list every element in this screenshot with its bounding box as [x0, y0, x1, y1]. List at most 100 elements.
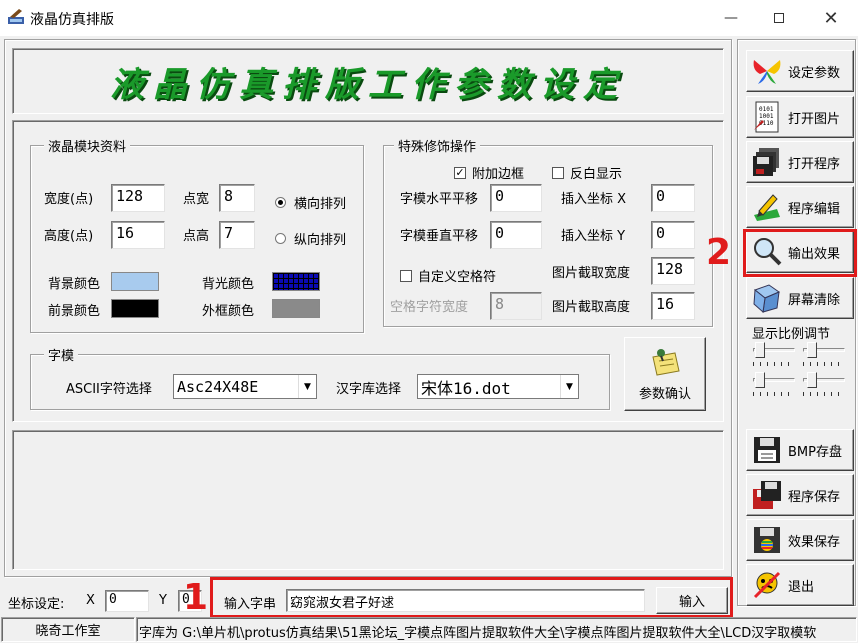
- insert-x-label: 插入坐标 X: [561, 192, 627, 207]
- backlight-color-label: 背光颜色: [202, 277, 255, 292]
- horizontal-radio[interactable]: 横向排列: [275, 193, 346, 212]
- window-title: 液晶仿真排版: [30, 12, 114, 28]
- checkbox-box[interactable]: [552, 166, 564, 179]
- insert-y-label: 插入坐标 Y: [561, 229, 626, 244]
- bmp-save-button[interactable]: BMP存盘: [746, 429, 854, 471]
- dot-height-field[interactable]: 7: [219, 221, 255, 249]
- apple-disk-icon: [750, 523, 784, 557]
- bmp-disk-icon: [750, 433, 784, 467]
- checkbox-box[interactable]: [400, 269, 412, 282]
- highlight-box-output-effect: [743, 229, 857, 277]
- vshift-field[interactable]: 0: [490, 221, 542, 249]
- vertical-radio-label: 纵向排列: [294, 233, 347, 248]
- hshift-field[interactable]: 0: [490, 184, 542, 212]
- open-program-button[interactable]: 打开程序: [746, 141, 854, 183]
- scale-slider-thumb[interactable]: [755, 342, 765, 358]
- ascii-select[interactable]: Asc24X48E ▼: [173, 374, 317, 399]
- height-field[interactable]: 16: [111, 221, 165, 249]
- backlight-color-swatch[interactable]: [272, 272, 320, 291]
- scale-slider-thumb[interactable]: [755, 372, 765, 388]
- fg-color-swatch[interactable]: [111, 299, 159, 318]
- status-left-pane: 晓奇工作室: [1, 617, 135, 642]
- confirm-params-button[interactable]: 参数确认: [624, 337, 706, 411]
- clear-screen-button[interactable]: 屏幕清除: [746, 277, 854, 319]
- save-effect-button[interactable]: 效果保存: [746, 519, 854, 561]
- bg-color-swatch[interactable]: [111, 272, 159, 291]
- confirm-params-label: 参数确认: [638, 386, 691, 402]
- chevron-down-icon[interactable]: ▼: [560, 375, 578, 398]
- scale-ticks: [803, 392, 845, 396]
- input-submit-button[interactable]: 输入: [656, 587, 728, 614]
- banner-title: 液晶仿真排版工作参数设定: [110, 64, 626, 105]
- edit-program-button[interactable]: 程序编辑: [746, 186, 854, 228]
- ascii-label: ASCII字符选择: [66, 382, 152, 397]
- svg-text:0101: 0101: [759, 106, 774, 113]
- hshift-label: 字模水平平移: [400, 192, 479, 207]
- save-effect-label: 效果保存: [788, 534, 841, 550]
- dot-width-label: 点宽: [183, 192, 210, 207]
- open-program-label: 打开程序: [788, 156, 841, 172]
- scale-sliders[interactable]: [751, 340, 849, 396]
- coord-label: 坐标设定:: [8, 597, 65, 612]
- hanzi-select-value: 宋体16.dot: [421, 378, 511, 398]
- maximize-icon: [774, 13, 784, 23]
- title-bar[interactable]: 液晶仿真排版 — ✕: [0, 0, 858, 36]
- scale-slider-thumb[interactable]: [807, 372, 817, 388]
- insert-y-field[interactable]: 0: [651, 221, 695, 249]
- insert-x-field[interactable]: 0: [651, 184, 695, 212]
- maximize-button[interactable]: [756, 0, 802, 36]
- pencil-edit-icon: [750, 190, 784, 224]
- open-image-label: 打开图片: [788, 111, 841, 127]
- crop-width-label: 图片截取宽度: [552, 266, 631, 281]
- chevron-down-icon[interactable]: ▼: [298, 375, 316, 398]
- output-preview-panel: [12, 430, 724, 570]
- save-program-label: 程序保存: [788, 489, 841, 505]
- crop-height-field[interactable]: 16: [651, 292, 695, 320]
- status-right-pane: 字库为 G:\单片机\protus仿真结果\51黑论坛_字模点阵图片提取软件大全…: [136, 617, 857, 642]
- minimize-button[interactable]: —: [708, 0, 754, 36]
- minimize-icon: —: [724, 10, 738, 26]
- crop-width-field[interactable]: 128: [651, 257, 695, 285]
- radio-circle[interactable]: [275, 197, 286, 208]
- bg-color-label: 背景颜色: [48, 277, 101, 292]
- vertical-radio[interactable]: 纵向排列: [275, 229, 346, 248]
- scale-ticks: [753, 362, 795, 366]
- height-label: 高度(点): [44, 229, 94, 244]
- settings-label: 设定参数: [788, 65, 841, 81]
- custom-space-checkbox[interactable]: 自定义空格符: [400, 266, 496, 285]
- checkbox-box[interactable]: ✓: [454, 166, 466, 179]
- dot-height-label: 点高: [183, 229, 210, 244]
- width-label: 宽度(点): [44, 192, 94, 207]
- open-image-button[interactable]: 0101 1001 0110 打开图片: [746, 96, 854, 138]
- pushpin-note-icon: [647, 347, 683, 381]
- input-string-field[interactable]: 窈窕淑女君子好逑: [286, 589, 645, 612]
- fg-color-label: 前景颜色: [48, 304, 101, 319]
- crop-height-label: 图片截取高度: [552, 300, 631, 315]
- save-program-button[interactable]: 程序保存: [746, 474, 854, 516]
- settings-button[interactable]: 设定参数: [746, 50, 854, 92]
- dot-width-field[interactable]: 8: [219, 184, 255, 212]
- font-group-title: 字模: [44, 345, 79, 364]
- hanzi-label: 汉字库选择: [336, 382, 402, 397]
- bmp-save-label: BMP存盘: [788, 444, 842, 460]
- width-field[interactable]: 128: [111, 184, 165, 212]
- close-icon: ✕: [823, 7, 839, 29]
- lcd-app-icon: [7, 8, 25, 26]
- disk-save-icon: [750, 478, 784, 512]
- space-width-field[interactable]: 8: [490, 292, 542, 320]
- space-width-label: 空格字符宽度: [390, 300, 469, 315]
- invert-label: 反白显示: [570, 167, 623, 182]
- binary-file-icon: 0101 1001 0110: [750, 100, 784, 134]
- status-font-path: 字库为 G:\单片机\protus仿真结果\51黑论坛_字模点阵图片提取软件大全…: [139, 626, 817, 641]
- butterfly-icon: [750, 54, 784, 88]
- add-border-checkbox[interactable]: ✓ 附加边框: [454, 163, 524, 182]
- floppy-stack-icon: [750, 145, 784, 179]
- radio-circle[interactable]: [275, 233, 286, 244]
- close-button[interactable]: ✕: [808, 0, 854, 36]
- scale-slider-thumb[interactable]: [807, 342, 817, 358]
- frame-color-swatch[interactable]: [272, 299, 320, 318]
- hanzi-select[interactable]: 宋体16.dot ▼: [417, 374, 579, 399]
- exit-button[interactable]: 退出: [746, 564, 854, 606]
- invert-checkbox[interactable]: 反白显示: [552, 163, 622, 182]
- x-coord-field[interactable]: 0: [105, 590, 149, 612]
